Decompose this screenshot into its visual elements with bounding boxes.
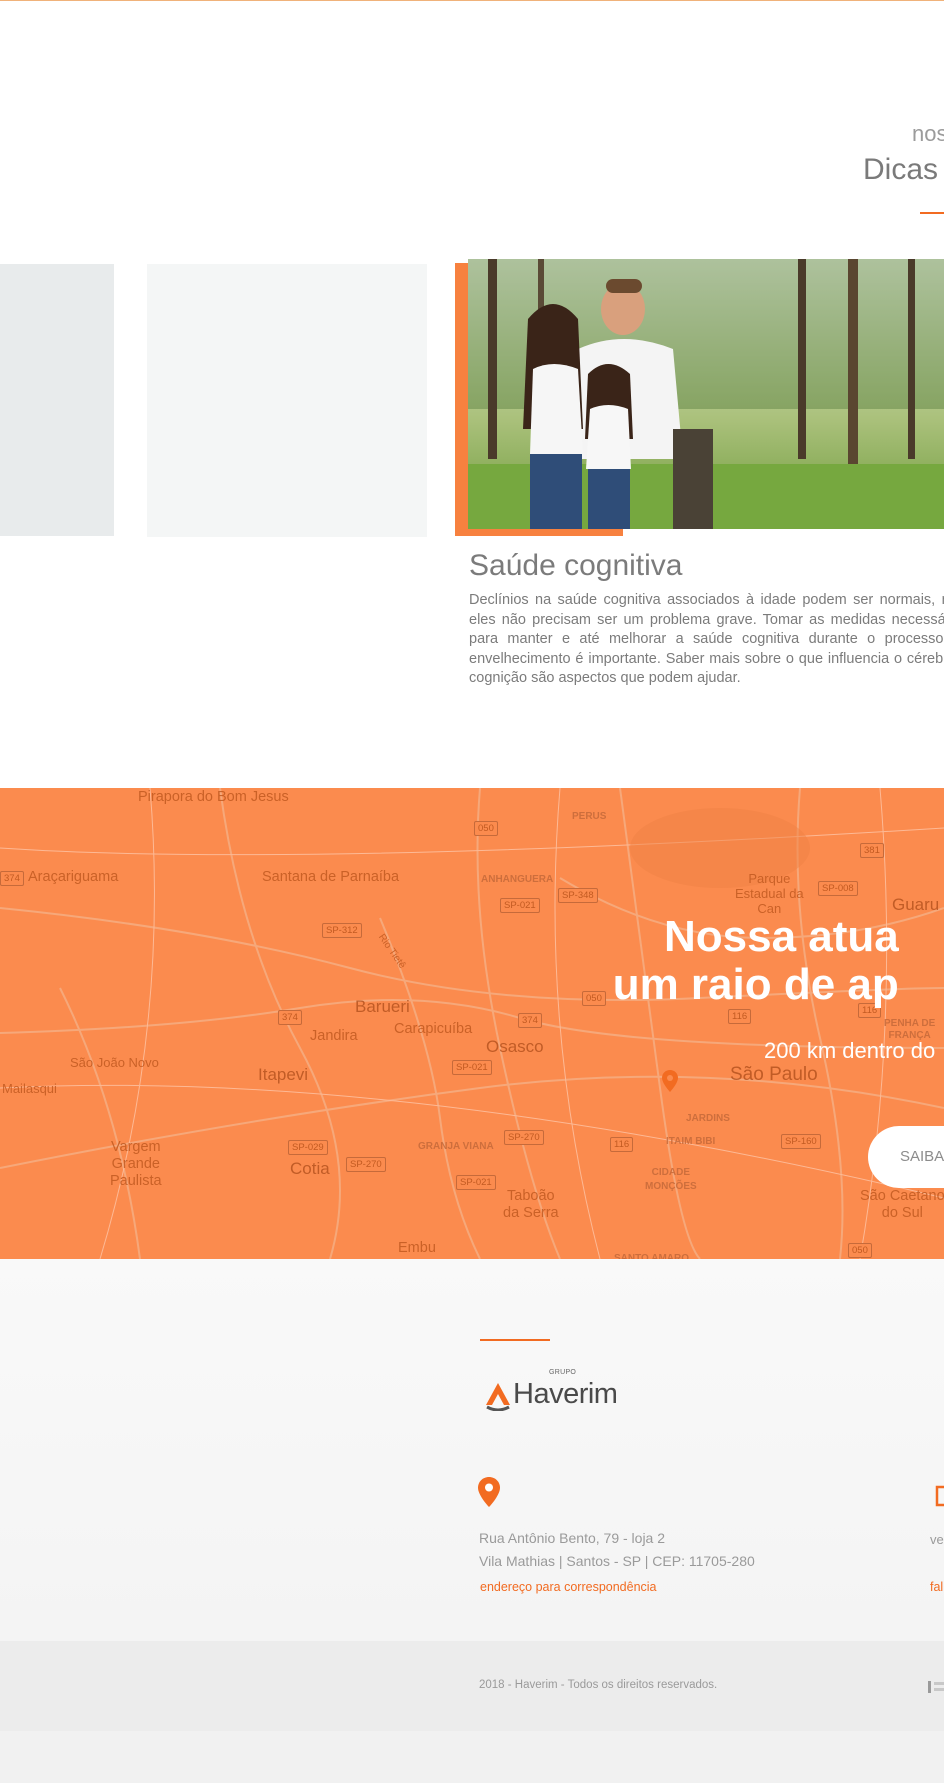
coverage-subtitle: 200 km dentro do <box>764 1038 936 1063</box>
map-label: Jandira <box>310 1028 358 1044</box>
road-badge: SP-312 <box>322 923 362 938</box>
carousel-card-placeholder[interactable] <box>0 264 114 536</box>
map-label: Carapicuíba <box>394 1021 473 1037</box>
map-label: Pirapora do Bom Jesus <box>138 789 289 805</box>
section-eyebrow: nos <box>912 121 944 146</box>
map-label: São Caetano do Sul <box>860 1188 944 1221</box>
map-label: Mailasqui <box>2 1081 57 1096</box>
learn-more-button[interactable]: SAIBA <box>868 1126 944 1188</box>
map-label: Guaru <box>892 895 940 914</box>
map-label: Vargem Grande Paulista <box>110 1139 162 1189</box>
map-label: São João Novo <box>70 1055 159 1070</box>
contact-link[interactable]: fal <box>930 1580 943 1594</box>
map-pin-icon <box>478 1477 500 1507</box>
map-label: Barueri <box>355 997 410 1016</box>
map-label: ANHANGUERA <box>481 874 554 885</box>
section-title: Dicas d <box>863 153 944 186</box>
map-label: PERUS <box>572 811 607 822</box>
road-badge: 374 <box>0 871 24 886</box>
map-label: Cotia <box>290 1159 330 1178</box>
logo-wordmark: Haverim <box>513 1378 618 1410</box>
address-line-1: Rua Antônio Bento, 79 - loja 2 <box>479 1530 666 1546</box>
map-label: São Paulo <box>730 1064 818 1085</box>
road-badge: 381 <box>860 843 884 858</box>
map-label: JARDINS <box>686 1113 730 1124</box>
envelope-icon <box>935 1485 944 1507</box>
carousel-card-placeholder[interactable] <box>147 264 427 537</box>
road-badge: SP-021 <box>456 1175 496 1190</box>
card-title[interactable]: Saúde cognitiva <box>469 549 683 583</box>
map-label: SANTO AMARO <box>614 1253 689 1259</box>
map-label: Embu <box>398 1240 436 1256</box>
coverage-headline: Nossa atua um raio de ap <box>613 912 899 1009</box>
tips-section: nos Dicas d <box>0 1 944 788</box>
road-badge: SP-270 <box>504 1130 544 1145</box>
road-badge: 374 <box>518 1013 542 1028</box>
map-label: Araçariguama <box>28 869 119 885</box>
map-pin-icon <box>662 1070 678 1092</box>
haverim-logo[interactable]: GRUPO Haverim <box>480 1369 640 1419</box>
coverage-map-section: Pirapora do Bom Jesus Araçariguama Santa… <box>0 788 944 1259</box>
contact-text: ve <box>930 1532 944 1547</box>
road-badge: SP-270 <box>346 1157 386 1172</box>
family-photo[interactable] <box>468 259 944 529</box>
footer: GRUPO Haverim Rua Antônio Bento, 79 - lo… <box>0 1259 944 1641</box>
road-badge: 050 <box>474 821 498 836</box>
address-line-2: Vila Mathias | Santos - SP | CEP: 11705-… <box>479 1553 755 1569</box>
map-label: Itapevi <box>258 1065 309 1084</box>
road-badge: 116 <box>728 1009 752 1024</box>
copyright-bar: 2018 - Haverim - Todos os direitos reser… <box>0 1641 944 1731</box>
logo-mark-icon <box>486 1383 510 1411</box>
road-badge: SP-021 <box>452 1060 492 1075</box>
road-badge: SP-021 <box>500 898 540 913</box>
map-label: GRANJA VIANA <box>418 1141 494 1152</box>
map-label: CIDADE MONÇÕES <box>645 1167 697 1192</box>
road-badge: SP-160 <box>781 1134 821 1149</box>
logo-group-text: GRUPO <box>549 1369 577 1376</box>
headline-line-2: um raio de ap <box>612 960 899 1009</box>
map-label: Parque Estadual da Can <box>735 871 804 916</box>
map-label: Taboão da Serra <box>503 1188 559 1221</box>
road-badge: SP-008 <box>818 881 858 896</box>
correspondence-address-link[interactable]: endereço para correspondência <box>480 1580 657 1594</box>
map-label: Osasco <box>486 1037 544 1056</box>
road-badge: 050 <box>848 1243 872 1258</box>
footer-rule <box>480 1339 550 1341</box>
map-label: ITAIM BIBI <box>666 1136 716 1147</box>
copyright-text: 2018 - Haverim - Todos os direitos reser… <box>479 1679 718 1691</box>
road-badge: 116 <box>610 1137 634 1152</box>
map-label: Santana de Parnaíba <box>262 869 400 885</box>
developer-logo-icon[interactable] <box>928 1679 944 1695</box>
road-badge: SP-348 <box>558 888 598 903</box>
card-excerpt: Declínios na saúde cognitiva associados … <box>469 592 944 686</box>
road-badge: SP-029 <box>288 1140 328 1155</box>
road-badge: 374 <box>278 1010 302 1025</box>
title-underline <box>920 212 944 214</box>
family-photo-illustration <box>468 259 944 529</box>
headline-line-1: Nossa atua <box>664 912 899 961</box>
